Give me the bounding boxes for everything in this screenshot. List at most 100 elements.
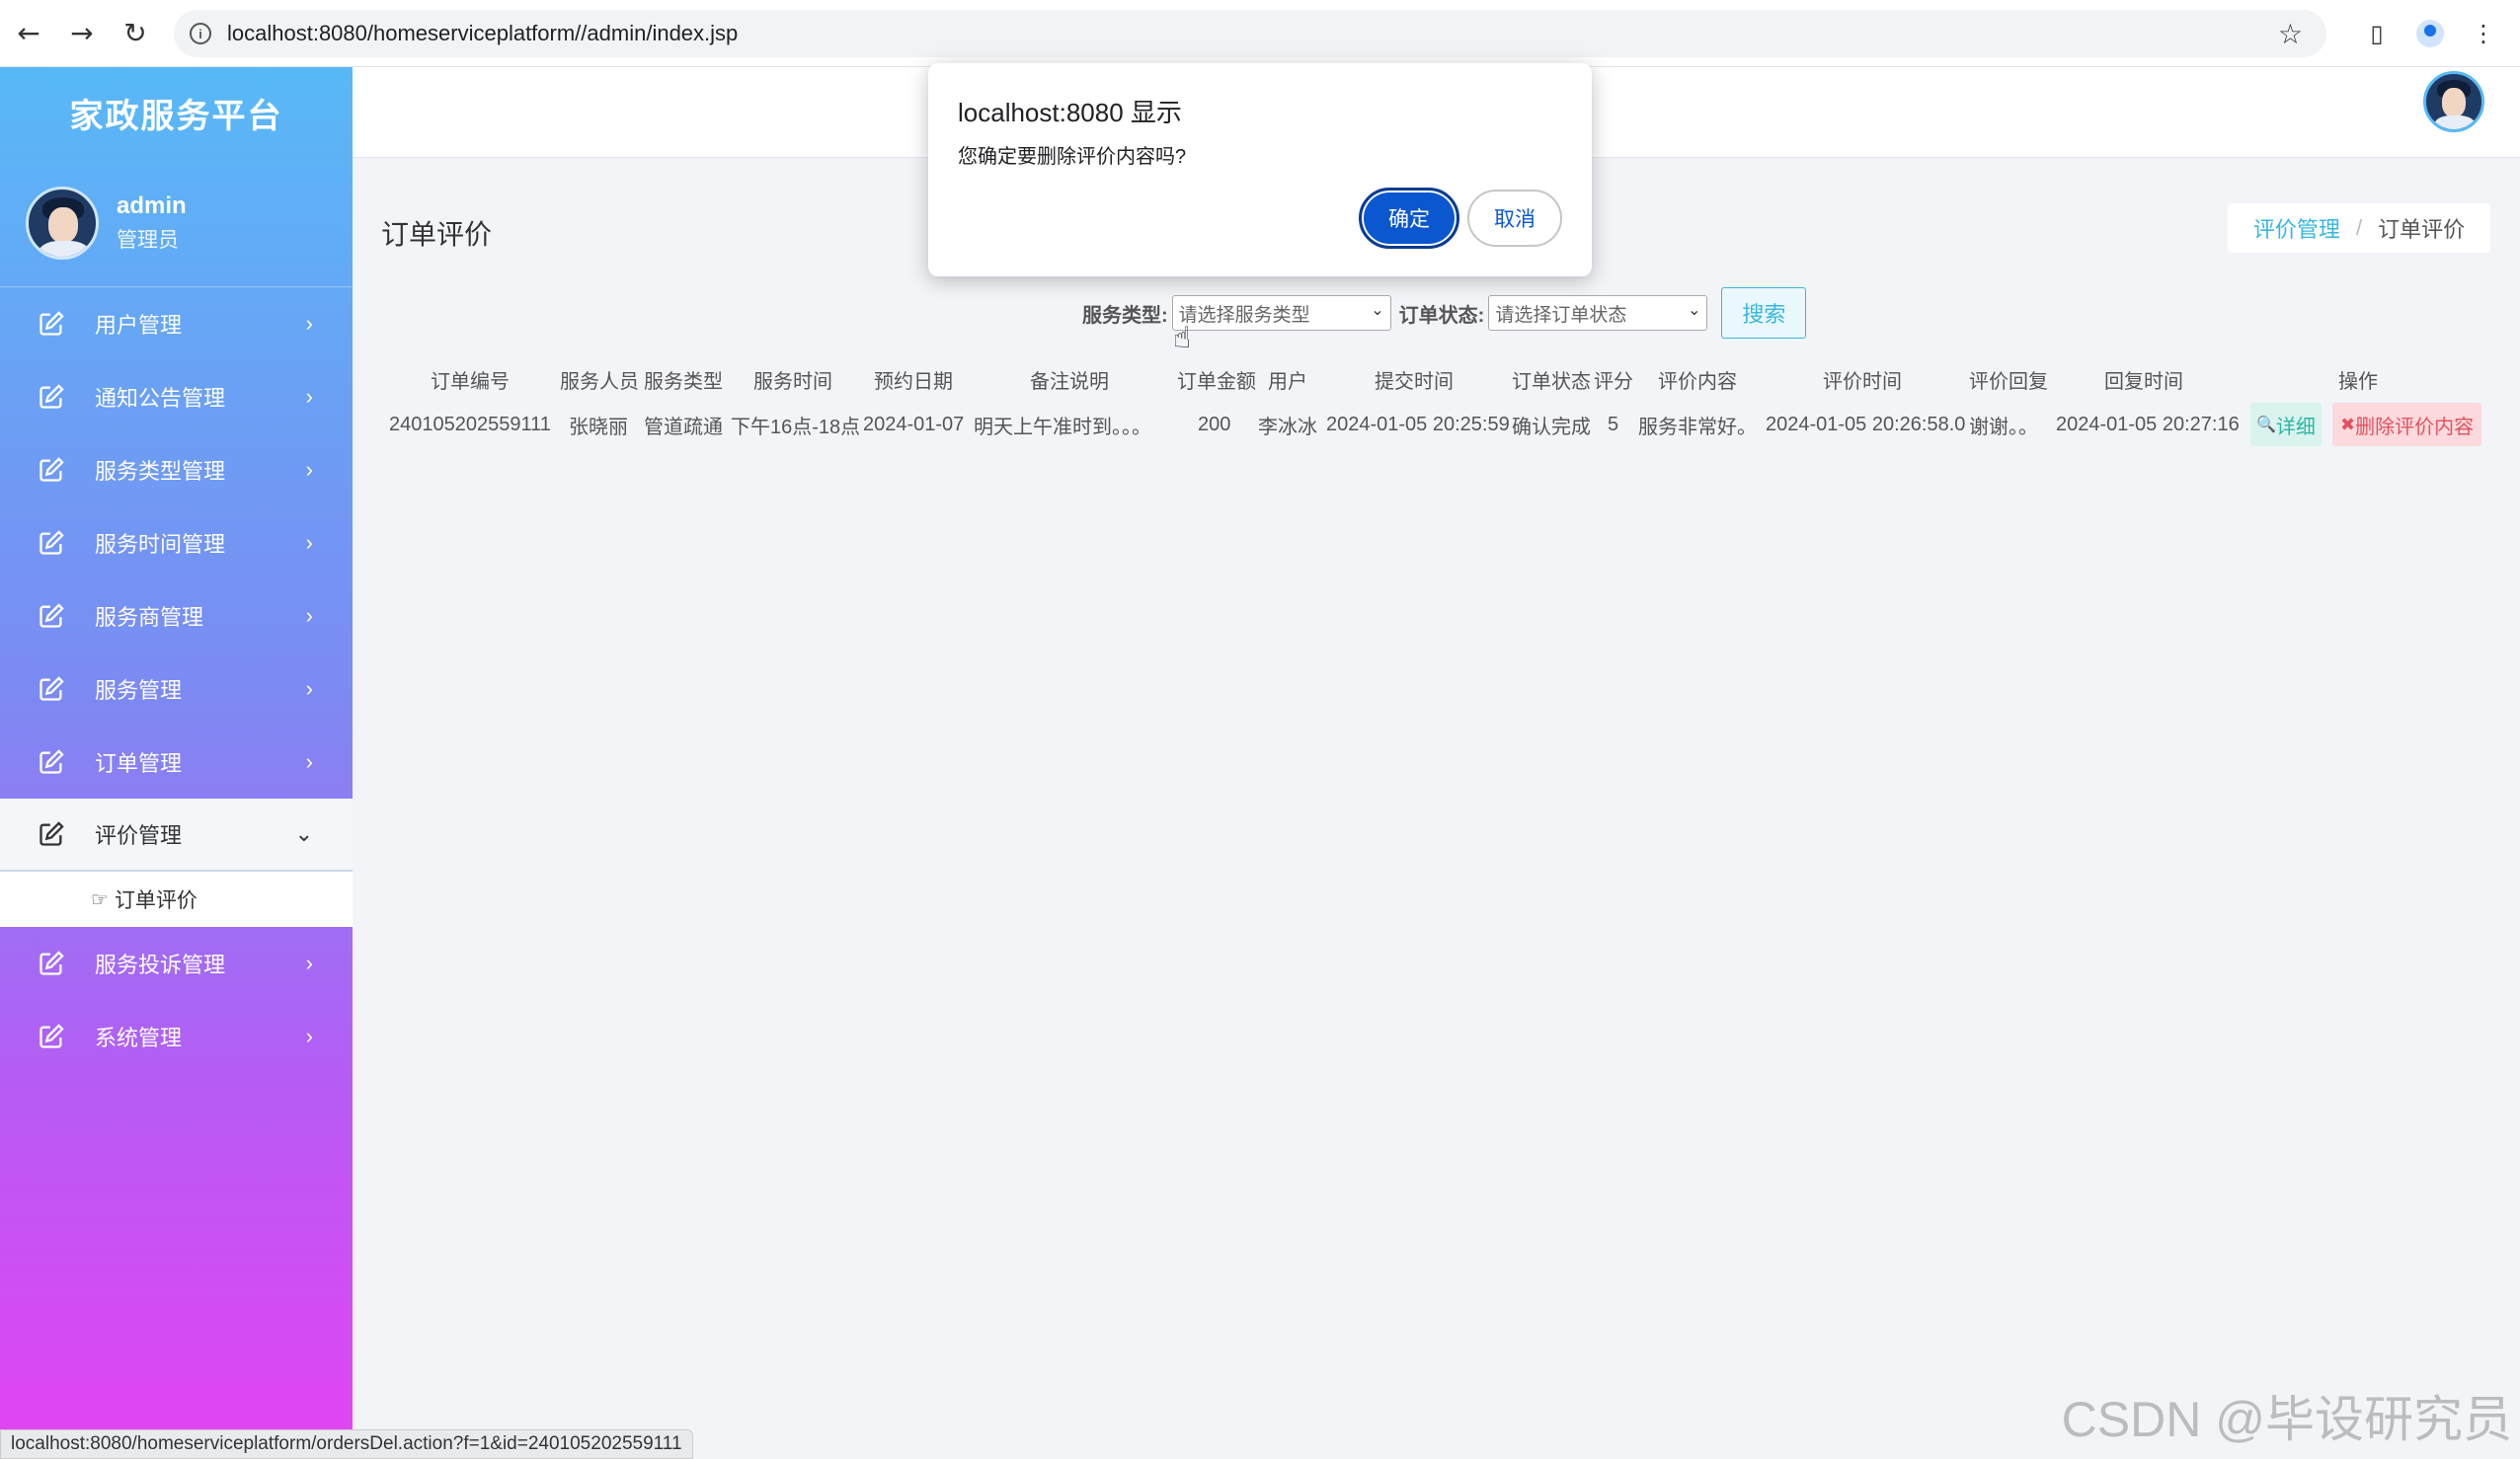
- cell-status: 确认完成: [1512, 416, 1591, 438]
- edit-icon: [38, 950, 65, 977]
- back-icon[interactable]: ←: [2, 7, 55, 60]
- edit-icon: [38, 602, 65, 630]
- sidebar-item-order-management[interactable]: 订单管理 ›: [0, 726, 353, 799]
- column-header: 订单编号: [431, 370, 510, 393]
- sidebar-subitem-order-evaluation[interactable]: ☞ 订单评价: [0, 872, 353, 927]
- dialog-title: localhost:8080 显示: [958, 98, 1182, 127]
- cell-service-time: 下午16点-18点: [731, 416, 861, 438]
- edit-icon: [38, 820, 65, 848]
- edit-icon: [38, 383, 65, 411]
- edit-icon: [38, 456, 65, 484]
- column-header: 提交时间: [1375, 370, 1454, 393]
- sidebar-item-label: 服务投诉管理: [95, 953, 226, 977]
- breadcrumb-link-evaluation[interactable]: 评价管理: [2253, 212, 2340, 244]
- chevron-right-icon: ›: [305, 1024, 313, 1048]
- address-bar[interactable]: i localhost:8080/homeserviceplatform//ad…: [174, 10, 2326, 57]
- cell-order-no: 240105202559111: [389, 413, 551, 435]
- cell-amount: 200: [1198, 413, 1231, 435]
- column-header: 备注说明: [1030, 370, 1109, 393]
- cell-score: 5: [1608, 413, 1619, 435]
- menu-dots-icon[interactable]: ⋮: [2457, 10, 2510, 57]
- sidebar-item-label: 订单管理: [95, 751, 183, 776]
- sidebar-item-label: 服务类型管理: [95, 459, 226, 484]
- confirm-button[interactable]: 确定: [1359, 188, 1459, 249]
- forward-icon[interactable]: →: [55, 7, 109, 60]
- order-status-select[interactable]: 请选择订单状态 ⌄: [1488, 295, 1708, 331]
- site-info-icon[interactable]: i: [190, 23, 211, 44]
- chevron-right-icon: ›: [305, 457, 313, 482]
- cancel-button[interactable]: 取消: [1467, 190, 1562, 247]
- search-icon: 🔍: [2256, 417, 2276, 433]
- dialog-message: 您确定要删除评价内容吗?: [958, 146, 1187, 168]
- sidebar-item-service-time-management[interactable]: 服务时间管理 ›: [0, 506, 353, 579]
- edit-icon: [38, 748, 65, 776]
- header-avatar[interactable]: [2423, 71, 2484, 132]
- order-status-placeholder: 请选择订单状态: [1495, 304, 1627, 326]
- sidebar-subitem-label: 订单评价: [114, 889, 197, 912]
- breadcrumb-separator: /: [2355, 215, 2363, 240]
- cell-staff: 张晓丽: [569, 416, 628, 438]
- confirm-dialog: localhost:8080 显示 您确定要删除评价内容吗? 确定 取消: [928, 63, 1592, 276]
- order-status-label: 订单状态:: [1398, 304, 1485, 327]
- service-type-select[interactable]: 请选择服务类型 ⌄: [1171, 295, 1391, 331]
- chevron-down-icon: ⌄: [294, 821, 313, 846]
- cell-submit-time: 2024-01-05 20:25:59: [1326, 413, 1510, 435]
- cell-reply-time: 2024-01-05 20:27:16: [2056, 413, 2240, 435]
- browser-toolbar: ← → ↻ i localhost:8080/homeserviceplatfo…: [0, 0, 2520, 67]
- browser-right-tools: ▯ ⋮: [2350, 10, 2510, 57]
- sidebar-item-provider-management[interactable]: 服务商管理 ›: [0, 579, 353, 653]
- sidebar-item-notice-management[interactable]: 通知公告管理 ›: [0, 360, 353, 433]
- sidebar-item-evaluation-management[interactable]: 评价管理 ⌄: [0, 799, 353, 872]
- sidebar-item-complaint-management[interactable]: 服务投诉管理 ›: [0, 927, 353, 1000]
- url-text: localhost:8080/homeserviceplatform//admi…: [227, 21, 739, 45]
- edit-icon: [38, 1023, 65, 1050]
- cell-reply: 谢谢。。: [1969, 416, 2038, 438]
- sidebar-item-service-type-management[interactable]: 服务类型管理 ›: [0, 433, 353, 506]
- chevron-right-icon: ›: [305, 951, 313, 975]
- page-title: 订单评价: [381, 219, 493, 250]
- column-header: 评价内容: [1658, 370, 1737, 393]
- column-header: 用户: [1268, 370, 1307, 393]
- column-header: 回复时间: [2104, 370, 2183, 393]
- column-header: 评价回复: [1969, 370, 2048, 393]
- breadcrumb: 评价管理 / 订单评价: [2228, 203, 2490, 253]
- sidebar-item-service-management[interactable]: 服务管理 ›: [0, 653, 353, 726]
- cell-service-type: 管道疏通: [644, 416, 723, 438]
- sidebar-item-user-management[interactable]: 用户管理 ›: [0, 287, 353, 360]
- column-header: 服务类型: [644, 370, 723, 393]
- brand-title: 家政服务平台: [69, 98, 283, 135]
- chevron-down-icon: ⌄: [1687, 302, 1701, 319]
- search-button[interactable]: 搜索: [1721, 287, 1807, 339]
- side-panel-icon[interactable]: ▯: [2350, 10, 2403, 57]
- reload-icon[interactable]: ↻: [109, 7, 162, 60]
- delete-evaluation-button[interactable]: ✖ 删除评价内容: [2332, 403, 2482, 446]
- column-header: 服务时间: [753, 370, 832, 393]
- chevron-right-icon: ›: [305, 749, 313, 774]
- cell-content: 服务非常好。: [1638, 416, 1757, 438]
- bookmark-star-icon[interactable]: ☆: [2278, 18, 2303, 50]
- column-header: 操作: [2338, 370, 2378, 393]
- column-header: 订单金额: [1177, 370, 1256, 393]
- hand-pointer-icon: ☞: [91, 888, 109, 911]
- cell-appoint-date: 2024-01-07: [863, 413, 965, 435]
- sidebar-item-label: 系统管理: [95, 1026, 183, 1050]
- column-header: 评价时间: [1823, 370, 1902, 393]
- service-type-label: 服务类型:: [1082, 304, 1168, 327]
- detail-button[interactable]: 🔍 详细: [2250, 403, 2322, 446]
- sidebar-item-label: 服务管理: [95, 678, 183, 703]
- close-icon: ✖: [2340, 414, 2356, 434]
- sidebar-item-system-management[interactable]: 系统管理 ›: [0, 1000, 353, 1073]
- hand-cursor-icon: ☝: [1173, 321, 1192, 355]
- delete-label: 删除评价内容: [2355, 416, 2475, 438]
- sidebar-item-label: 用户管理: [95, 313, 183, 338]
- chevron-right-icon: ›: [305, 311, 313, 336]
- detail-label: 详细: [2275, 416, 2316, 438]
- chevron-right-icon: ›: [305, 530, 313, 555]
- chevron-right-icon: ›: [305, 384, 313, 409]
- service-type-placeholder: 请选择服务类型: [1178, 304, 1310, 326]
- chevron-right-icon: ›: [305, 603, 313, 628]
- edit-icon: [38, 529, 65, 557]
- sidebar-item-label: 服务商管理: [95, 605, 204, 630]
- profile-icon[interactable]: [2403, 10, 2457, 57]
- avatar: [26, 186, 99, 260]
